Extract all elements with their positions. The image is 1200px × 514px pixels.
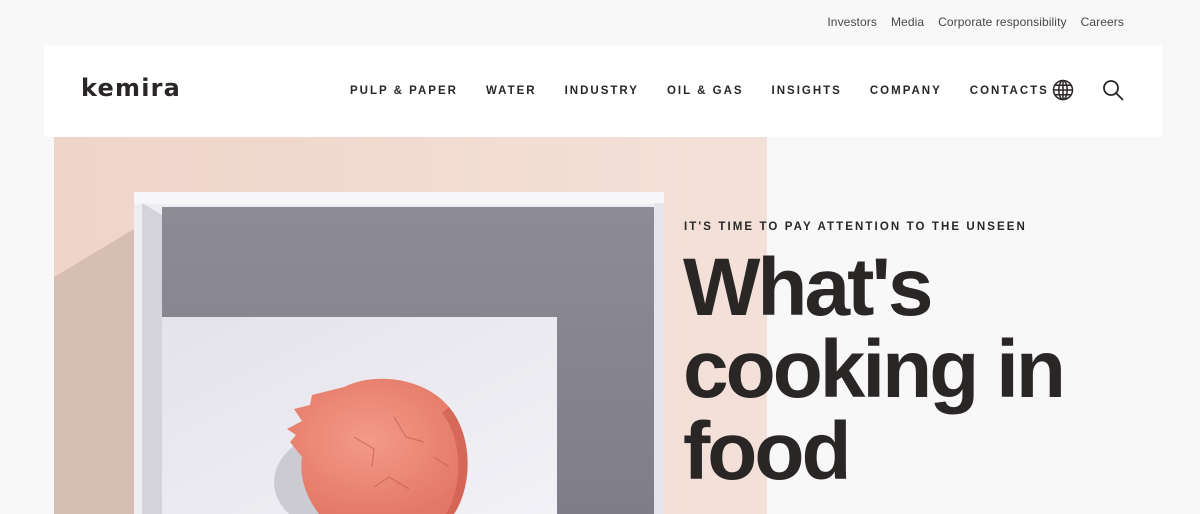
nav-item-contacts[interactable]: CONTACTS	[970, 85, 1049, 97]
language-button[interactable]	[1051, 78, 1075, 102]
utility-link-careers[interactable]: Careers	[1081, 15, 1124, 29]
utility-link-media[interactable]: Media	[891, 15, 924, 29]
kemira-logo[interactable]: kemira	[81, 74, 181, 102]
main-nav: PULP & PAPER WATER INDUSTRY OIL & GAS IN…	[350, 45, 1049, 137]
nav-item-oil-gas[interactable]: OIL & GAS	[667, 85, 744, 97]
search-icon	[1103, 80, 1124, 101]
utility-nav: Investors Media Corporate responsibility…	[827, 0, 1124, 44]
nav-item-company[interactable]: COMPANY	[870, 85, 942, 97]
nav-item-insights[interactable]: INSIGHTS	[772, 85, 842, 97]
macaron-in-box-image	[54, 137, 767, 514]
utility-link-corporate-responsibility[interactable]: Corporate responsibility	[938, 15, 1066, 29]
nav-item-industry[interactable]: INDUSTRY	[565, 85, 639, 97]
hero-section: IT'S TIME TO PAY ATTENTION TO THE UNSEEN…	[0, 137, 1200, 514]
nav-item-pulp-paper[interactable]: PULP & PAPER	[350, 85, 458, 97]
main-header: kemira PULP & PAPER WATER INDUSTRY OIL &…	[44, 45, 1162, 137]
nav-item-water[interactable]: WATER	[486, 85, 537, 97]
hero-eyebrow: IT'S TIME TO PAY ATTENTION TO THE UNSEEN	[684, 221, 1027, 233]
utility-link-investors[interactable]: Investors	[827, 15, 877, 29]
globe-icon	[1052, 79, 1074, 101]
hero-headline: What's cooking in food	[683, 242, 1066, 497]
search-button[interactable]	[1101, 78, 1125, 102]
